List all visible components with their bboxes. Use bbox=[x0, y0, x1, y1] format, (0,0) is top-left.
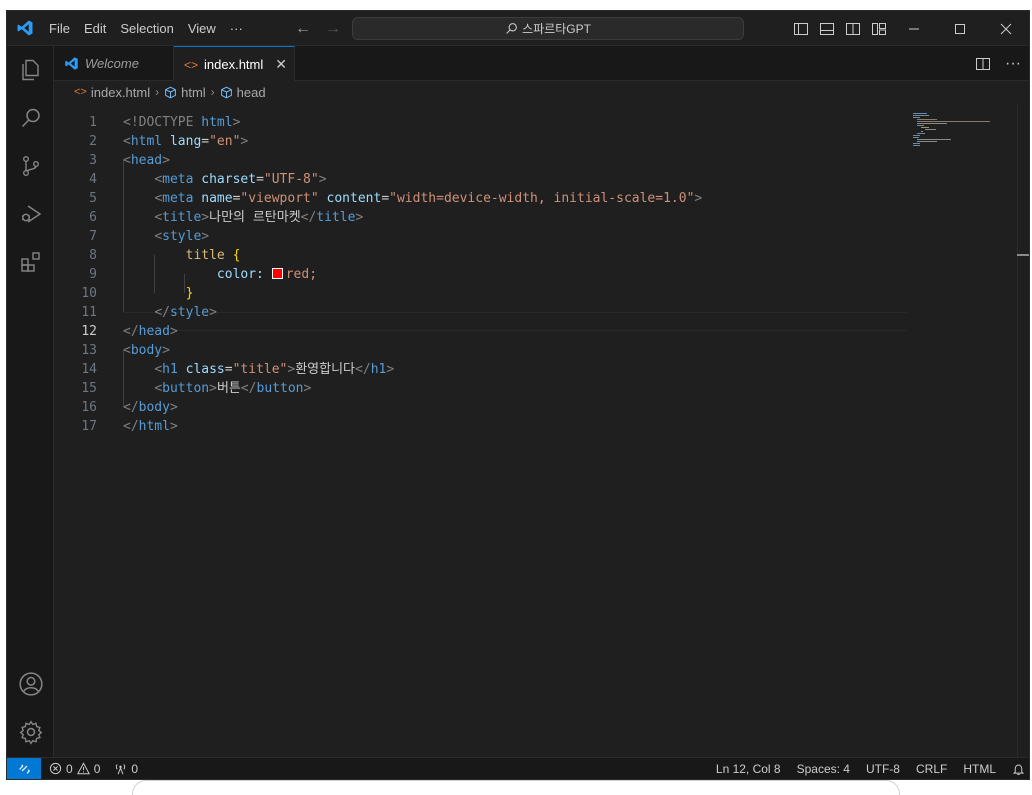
search-icon bbox=[506, 23, 517, 34]
element-cube-icon bbox=[220, 86, 232, 98]
breadcrumb-item-head[interactable]: head bbox=[237, 85, 266, 100]
menu-more[interactable]: ··· bbox=[223, 11, 250, 46]
manage-gear-icon[interactable] bbox=[7, 708, 54, 756]
vscode-window: File Edit Selection View ··· ← → 스파르타GPT bbox=[6, 10, 1030, 780]
status-bar-right: Ln 12, Col 8 Spaces: 4 UTF-8 CRLF HTML bbox=[716, 758, 1025, 779]
end-of-line[interactable]: CRLF bbox=[916, 762, 947, 776]
color-swatch[interactable] bbox=[271, 268, 283, 279]
toggle-secondary-sidebar-icon[interactable] bbox=[845, 21, 861, 37]
breadcrumb: <> index.html › html › head bbox=[54, 81, 1029, 103]
source-control-icon[interactable] bbox=[7, 142, 54, 190]
customize-layout-icon[interactable] bbox=[871, 21, 887, 37]
code-line: 3 <head> bbox=[89, 153, 170, 168]
back-arrow-icon[interactable]: ← bbox=[295, 20, 311, 38]
vscode-logo-icon bbox=[7, 11, 42, 46]
cursor-position-marker bbox=[1017, 254, 1029, 256]
code-editor[interactable]: 1 <!DOCTYPE html> 2 <html lang="en"> 3 <hea… bbox=[54, 103, 1029, 757]
command-center-label: 스파르타GPT bbox=[522, 22, 591, 36]
vscode-logo-icon bbox=[65, 57, 78, 70]
bell-icon[interactable] bbox=[1012, 763, 1025, 776]
toggle-primary-sidebar-icon[interactable] bbox=[793, 21, 809, 37]
tab-label: Welcome bbox=[85, 56, 139, 71]
language-mode[interactable]: HTML bbox=[963, 762, 996, 776]
status-bar: 0 0 0 Ln 12, Col 8 Spaces: 4 UTF-8 CRLF … bbox=[7, 757, 1029, 779]
history-navigation: ← → bbox=[295, 11, 341, 46]
file-encoding[interactable]: UTF-8 bbox=[866, 762, 900, 776]
close-tab-icon[interactable]: ✕ bbox=[275, 56, 287, 73]
code-line: 5 <meta name="viewport" content="width=d… bbox=[89, 191, 703, 206]
code-line: 8 title { bbox=[89, 248, 241, 263]
ports-count: 0 bbox=[131, 761, 139, 776]
code-line: 2 <html lang="en"> bbox=[89, 134, 249, 149]
title-bar: File Edit Selection View ··· ← → 스파르타GPT bbox=[7, 11, 1029, 46]
maximize-icon[interactable] bbox=[937, 11, 983, 46]
command-center[interactable]: 스파르타GPT bbox=[352, 17, 744, 40]
element-cube-icon bbox=[165, 86, 176, 98]
html-file-icon: <> bbox=[184, 57, 199, 72]
code-line: 7 <style> bbox=[89, 229, 210, 244]
code-line: 11 </style> bbox=[81, 305, 217, 320]
chevron-right-icon: › bbox=[155, 85, 160, 99]
menu-view[interactable]: View bbox=[181, 11, 223, 46]
account-icon[interactable] bbox=[7, 660, 54, 708]
tab-welcome[interactable]: Welcome bbox=[54, 46, 174, 81]
vertical-scrollbar[interactable] bbox=[1017, 103, 1029, 757]
breadcrumb-item-html[interactable]: html bbox=[181, 85, 206, 100]
remote-icon[interactable] bbox=[7, 757, 41, 779]
warning-icon bbox=[76, 762, 90, 775]
search-icon[interactable] bbox=[7, 94, 54, 142]
tab-label: index.html bbox=[204, 57, 264, 72]
code-line: 4 <meta charset="UTF-8"> bbox=[89, 172, 327, 187]
chevron-right-icon: › bbox=[210, 85, 215, 99]
minimap[interactable] bbox=[913, 103, 1013, 163]
code-line: 6 <title>나만의 르탄마켓</title> bbox=[89, 210, 364, 225]
activity-bar bbox=[7, 46, 54, 757]
close-icon[interactable] bbox=[983, 11, 1029, 46]
warning-count: 0 bbox=[93, 761, 101, 776]
breadcrumb-item-file[interactable]: index.html bbox=[91, 85, 150, 100]
run-debug-icon[interactable] bbox=[7, 190, 54, 238]
window-controls bbox=[891, 11, 1029, 46]
code-line: 13 <body> bbox=[81, 343, 170, 358]
code-line: 16 </body> bbox=[81, 400, 178, 415]
html-file-icon: <> bbox=[74, 86, 87, 98]
code-line: 17 </html> bbox=[81, 419, 178, 434]
more-actions-icon[interactable]: ··· bbox=[1005, 55, 1021, 73]
code-line: 12 </head> bbox=[81, 324, 178, 339]
extensions-icon[interactable] bbox=[7, 238, 54, 286]
background-input-edge bbox=[132, 780, 900, 795]
ports-broadcast-icon bbox=[116, 764, 126, 775]
menu-edit[interactable]: Edit bbox=[77, 11, 113, 46]
editor-tab-bar: Welcome <> index.html ✕ ··· bbox=[54, 46, 1029, 82]
cursor-position[interactable]: Ln 12, Col 8 bbox=[716, 762, 781, 776]
tab-index-html[interactable]: <> index.html ✕ bbox=[174, 46, 295, 82]
explorer-icon[interactable] bbox=[7, 46, 54, 94]
code-line: 1 <!DOCTYPE html> bbox=[89, 115, 241, 130]
minimize-icon[interactable] bbox=[891, 11, 937, 46]
editor-actions: ··· bbox=[975, 46, 1021, 81]
menu-bar: File Edit Selection View ··· bbox=[42, 11, 250, 46]
problems-indicator[interactable]: 0 0 0 bbox=[41, 762, 138, 776]
code-line: 15 <button>버튼</button> bbox=[81, 381, 312, 396]
code-line: 14 <h1 class="title">환영합니다</h1> bbox=[81, 362, 395, 377]
split-editor-icon[interactable] bbox=[975, 56, 991, 72]
code-line: 9 color: red; bbox=[89, 267, 318, 282]
forward-arrow-icon[interactable]: → bbox=[325, 20, 341, 38]
error-icon bbox=[49, 762, 62, 775]
indentation[interactable]: Spaces: 4 bbox=[797, 762, 850, 776]
layout-controls bbox=[793, 11, 887, 46]
error-count: 0 bbox=[66, 761, 73, 776]
menu-selection[interactable]: Selection bbox=[113, 11, 180, 46]
toggle-panel-icon[interactable] bbox=[819, 21, 835, 37]
code-line: 10 } bbox=[81, 286, 194, 301]
menu-file[interactable]: File bbox=[42, 11, 77, 46]
